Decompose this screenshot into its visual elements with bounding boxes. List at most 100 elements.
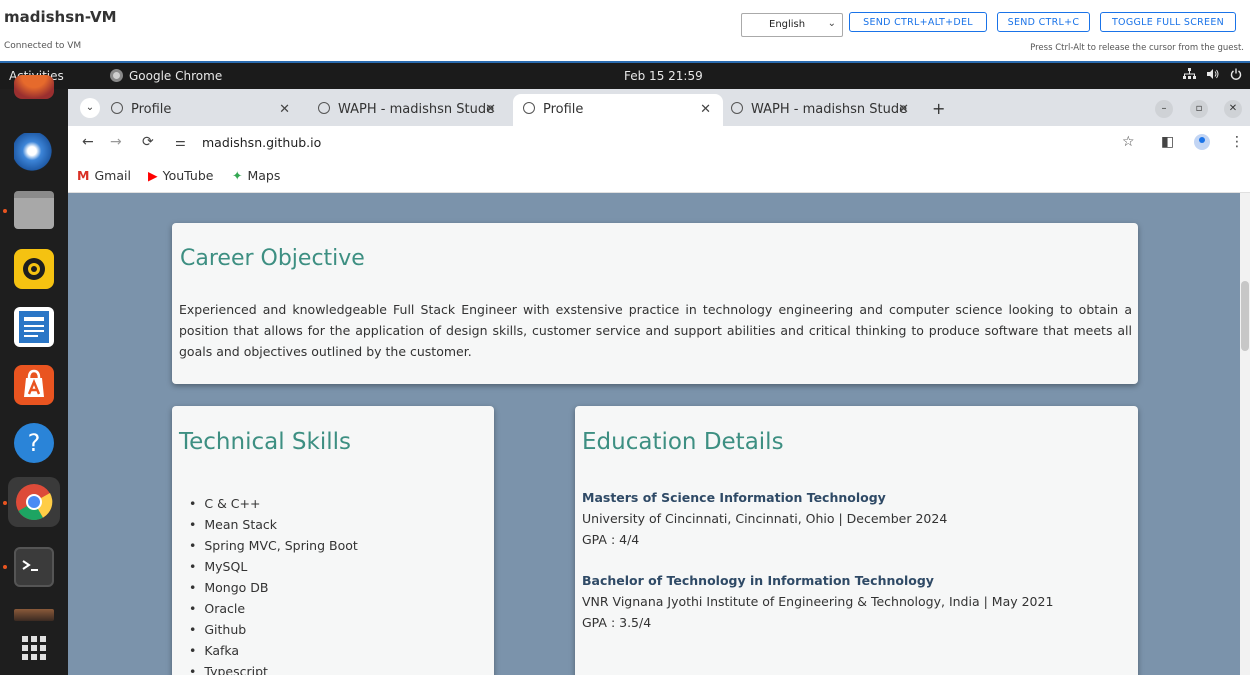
network-icon [1183,68,1196,83]
help-icon[interactable]: ? [14,423,54,463]
address-bar[interactable]: madishsn.github.io [202,135,321,150]
tab-title: WAPH - madishsn Stude [751,102,908,117]
send-ctrl-c-button[interactable]: SEND CTRL+C [997,12,1090,32]
active-app-menu[interactable]: Google Chrome [129,69,222,83]
maximize-button[interactable]: ▫ [1190,100,1208,118]
close-icon[interactable]: ✕ [485,102,496,117]
rhythmbox-icon[interactable] [14,249,54,289]
bookmark-gmail[interactable]: M Gmail [77,168,131,183]
site-settings-icon[interactable]: ⚌ [175,135,186,149]
vm-header: madishsn-VM Connected to VM English ⌄ SE… [0,0,1250,63]
chrome-window: ⌄ Profile ✕ WAPH - madishsn Stude ✕ Prof… [68,89,1250,675]
forward-button[interactable]: → [110,134,122,150]
writer-icon[interactable] [14,307,54,347]
youtube-icon: ▶ [148,168,158,183]
list-item: MySQL [189,556,358,577]
education-details-heading: Education Details [582,429,784,455]
degree-title: Masters of Science Information Technolog… [582,490,886,505]
terminal-icon[interactable] [14,547,54,587]
tab-title: WAPH - madishsn Stude [338,102,495,117]
list-item: Mongo DB [189,577,358,598]
system-tray[interactable] [1183,68,1242,83]
list-item: Github [189,619,358,640]
globe-icon [523,102,535,114]
vm-connection-status: Connected to VM [4,41,82,51]
close-icon[interactable]: ✕ [898,102,909,117]
chevron-down-icon: ⌄ [827,18,836,29]
list-item: Spring MVC, Spring Boot [189,535,357,556]
running-indicator [3,209,7,213]
scrollbar-thumb[interactable] [1241,281,1249,351]
tab-profile-1[interactable]: Profile ✕ [101,94,302,126]
tab-profile-active[interactable]: Profile ✕ [513,94,723,126]
svg-text:?: ? [28,429,41,457]
career-objective-text: Experienced and knowledgeable Full Stack… [179,302,1132,359]
bookmark-label: Maps [247,168,281,183]
globe-icon [731,102,743,114]
school-info: VNR Vignana Jyothi Institute of Engineer… [582,594,1054,609]
running-indicator [3,565,7,569]
browser-toolbar: ← → ⟳ ⚌ madishsn.github.io ☆ ◧ ⋮ [68,126,1250,160]
list-item: Mean Stack [189,514,358,535]
tab-waph-2[interactable]: WAPH - madishsn Stude ✕ [721,94,921,126]
new-tab-button[interactable]: + [932,99,945,118]
release-cursor-hint: Press Ctrl-Alt to release the cursor fro… [1030,43,1244,53]
tab-strip: ⌄ Profile ✕ WAPH - madishsn Stude ✕ Prof… [68,89,1250,126]
tab-search-button[interactable]: ⌄ [80,98,100,118]
list-item: Oracle [189,598,358,619]
list-item: Kafka [189,640,358,661]
tab-waph-1[interactable]: WAPH - madishsn Stude ✕ [308,94,508,126]
minimize-button[interactable]: – [1155,100,1173,118]
profile-avatar[interactable] [1194,134,1210,150]
bookmarks-bar: M Gmail ▶ YouTube ✦ Maps [68,160,1250,193]
bookmark-youtube[interactable]: ▶ YouTube [148,168,213,183]
close-icon[interactable]: ✕ [700,102,711,117]
chrome-icon[interactable] [8,477,60,527]
running-indicator [3,501,7,505]
technical-skills-heading: Technical Skills [179,429,351,455]
thunderbird-icon[interactable] [14,133,54,173]
bookmark-label: Gmail [94,168,131,183]
menu-kebab-icon[interactable]: ⋮ [1230,134,1244,150]
gmail-icon: M [77,168,90,183]
education-entry: Masters of Science Information Technolog… [582,487,947,550]
trash-icon[interactable] [14,609,54,621]
page-scrollbar[interactable] [1240,193,1250,675]
files-icon[interactable] [14,191,54,229]
technical-skills-card: Technical Skills C & C++ Mean Stack Spri… [172,406,494,675]
show-apps-icon[interactable] [14,632,54,672]
skills-list: C & C++ Mean Stack Spring MVC, Spring Bo… [189,493,358,675]
toggle-full-screen-button[interactable]: TOGGLE FULL SCREEN [1100,12,1236,32]
tab-title: Profile [543,102,584,117]
reload-button[interactable]: ⟳ [142,134,154,150]
gpa-value: GPA : 4/4 [582,532,640,547]
language-select[interactable]: English ⌄ [741,13,843,37]
volume-icon [1206,68,1220,83]
clock[interactable]: Feb 15 21:59 [624,69,703,83]
app-center-icon[interactable] [14,365,54,405]
page-viewport[interactable]: Career Objective Experienced and knowled… [68,193,1250,675]
send-ctrl-alt-del-button[interactable]: SEND CTRL+ALT+DEL [849,12,987,32]
list-item: C & C++ [189,493,358,514]
maps-icon: ✦ [232,168,243,183]
close-icon[interactable]: ✕ [279,102,290,117]
list-item: Typescript [189,661,358,675]
career-objective-card: Career Objective Experienced and knowled… [172,223,1138,384]
globe-icon [111,102,123,114]
education-entry: Bachelor of Technology in Information Te… [582,570,1053,633]
bookmark-maps[interactable]: ✦ Maps [232,168,280,183]
career-objective-heading: Career Objective [180,246,365,271]
language-select-value: English [769,19,806,30]
globe-icon [318,102,330,114]
side-panel-icon[interactable]: ◧ [1161,134,1174,150]
tab-title: Profile [131,102,172,117]
close-window-button[interactable]: ✕ [1224,100,1242,118]
bookmark-star-icon[interactable]: ☆ [1122,134,1135,150]
power-icon [1230,68,1242,83]
gpa-value: GPA : 3.5/4 [582,615,652,630]
firefox-icon[interactable] [14,75,54,99]
degree-title: Bachelor of Technology in Information Te… [582,573,934,588]
back-button[interactable]: ← [82,134,94,150]
vm-title: madishsn-VM [4,8,117,26]
ubuntu-dock: ? [0,75,68,675]
